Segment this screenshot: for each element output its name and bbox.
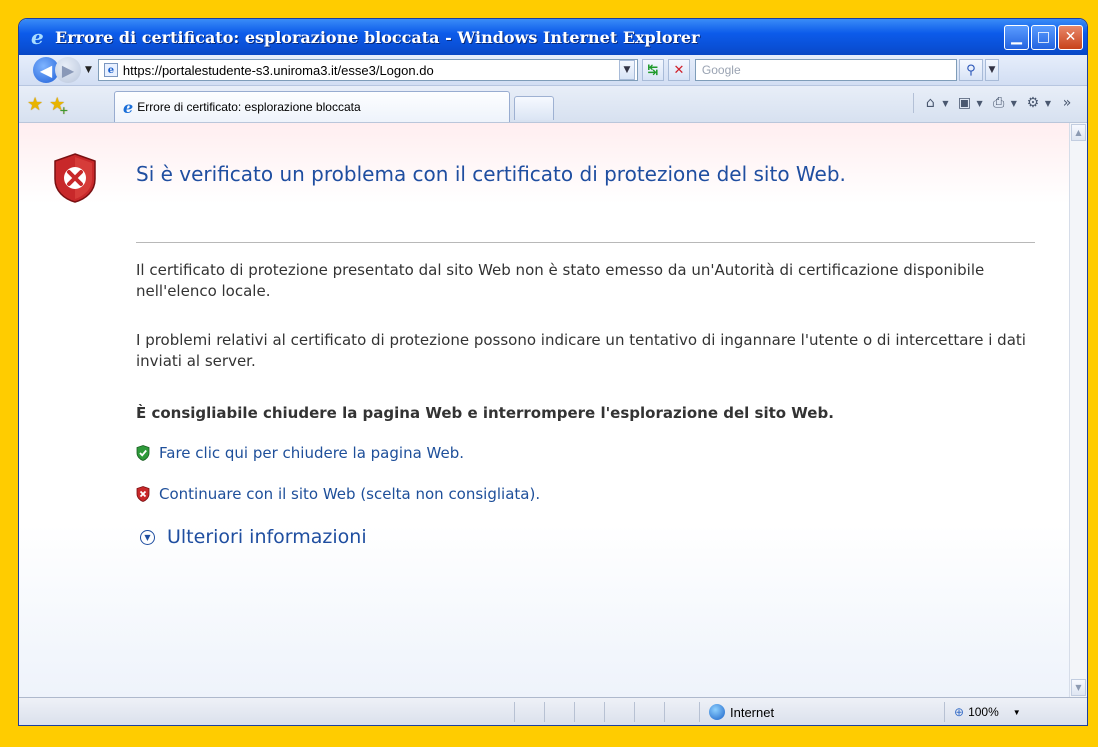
- home-icon[interactable]: ⌂: [920, 93, 940, 113]
- zoom-dropdown-icon[interactable]: ▼: [1013, 708, 1021, 717]
- status-bar: Internet ⊕ 100% ▼: [19, 697, 1087, 725]
- refresh-icon: ↹: [647, 62, 659, 78]
- zone-label: Internet: [730, 704, 775, 720]
- status-segment: [514, 702, 515, 722]
- vertical-scrollbar[interactable]: ▲ ▼: [1069, 123, 1087, 697]
- close-page-link[interactable]: Fare clic qui per chiudere la pagina Web…: [136, 444, 464, 462]
- tab-ie-icon: e: [123, 97, 134, 117]
- page-content: Si è verificato un problema con il certi…: [19, 122, 1087, 697]
- minimize-button[interactable]: ▁: [1004, 24, 1029, 50]
- page-icon: e: [103, 63, 118, 77]
- status-segment: [699, 702, 700, 722]
- feeds-dropdown-icon[interactable]: ▼: [977, 99, 983, 108]
- search-button[interactable]: ⚲: [958, 59, 983, 81]
- separator: [913, 93, 915, 113]
- new-tab-button[interactable]: [514, 96, 554, 120]
- recommendation-text: È consigliabile chiudere la pagina Web e…: [136, 404, 834, 422]
- more-commands-icon[interactable]: »: [1057, 93, 1077, 113]
- window-title: Errore di certificato: esplorazione bloc…: [55, 27, 700, 47]
- maximize-button[interactable]: □: [1031, 24, 1056, 50]
- browser-window: e Errore di certificato: esplorazione bl…: [19, 19, 1087, 725]
- scroll-up-button[interactable]: ▲: [1071, 124, 1086, 141]
- search-placeholder: Google: [701, 63, 741, 77]
- scroll-down-button[interactable]: ▼: [1071, 679, 1086, 696]
- page-title: Si è verificato un problema con il certi…: [136, 162, 846, 186]
- ie-logo-icon: e: [31, 25, 44, 49]
- stop-icon: ✕: [673, 62, 685, 78]
- status-segment: [574, 702, 575, 722]
- refresh-button[interactable]: ↹: [641, 59, 664, 81]
- status-segment: [944, 702, 945, 722]
- address-dropdown-button[interactable]: ▼: [618, 60, 635, 80]
- address-url[interactable]: https://portalestudente-s3.uniroma3.it/e…: [123, 63, 619, 78]
- status-segment: [664, 702, 665, 722]
- minimize-icon: ▁: [1011, 29, 1022, 45]
- add-favorites-button[interactable]: ★+: [49, 94, 74, 117]
- search-options-dropdown[interactable]: ▼: [984, 59, 999, 81]
- tab-label: Errore di certificato: esplorazione bloc…: [137, 100, 361, 114]
- zoom-icon: ⊕: [954, 705, 965, 719]
- recent-pages-dropdown[interactable]: ▼: [85, 65, 92, 75]
- danger-shield-icon: [54, 153, 96, 203]
- window-controls: ▁ □ ✕: [1004, 24, 1083, 50]
- magnifier-icon: ⚲: [966, 62, 976, 78]
- page-dropdown-icon[interactable]: ▼: [1011, 99, 1017, 108]
- tools-dropdown-icon[interactable]: ▼: [1045, 99, 1051, 108]
- forward-button[interactable]: ▶: [55, 57, 81, 83]
- feeds-icon[interactable]: ▣: [955, 93, 975, 113]
- danger-mini-shield-icon: [136, 486, 150, 502]
- close-icon: ✕: [1064, 29, 1077, 45]
- home-dropdown-icon[interactable]: ▼: [942, 99, 948, 108]
- maximize-icon: □: [1036, 29, 1051, 45]
- more-information-label[interactable]: Ulteriori informazioni: [167, 526, 367, 548]
- favorites-star-icon[interactable]: ★: [27, 94, 43, 115]
- command-bar: ⌂ ▼ ▣ ▼ ⎙ ▼ ⚙ ▼ »: [913, 93, 1077, 113]
- navigation-bar: ◀ ▶ ▼ e https://portalestudente-s3.uniro…: [19, 55, 1087, 86]
- globe-icon: [709, 704, 725, 720]
- status-segment: [604, 702, 605, 722]
- status-segment: [544, 702, 545, 722]
- close-button[interactable]: ✕: [1058, 24, 1083, 50]
- security-zone[interactable]: Internet: [709, 704, 774, 720]
- safe-shield-icon: [136, 445, 150, 461]
- close-page-link-label[interactable]: Fare clic qui per chiudere la pagina Web…: [159, 444, 464, 462]
- address-bar[interactable]: e https://portalestudente-s3.uniroma3.it…: [97, 59, 638, 81]
- description-paragraph-2: I problemi relativi al certificato di pr…: [136, 331, 1026, 370]
- zoom-level: 100%: [968, 705, 999, 719]
- tools-icon[interactable]: ⚙: [1023, 93, 1043, 113]
- page-menu-icon[interactable]: ⎙: [989, 93, 1009, 113]
- status-segment: [634, 702, 635, 722]
- description-paragraph-1: Il certificato di protezione presentato …: [136, 261, 985, 300]
- stop-button[interactable]: ✕: [667, 59, 690, 81]
- plus-icon: +: [59, 103, 69, 117]
- tab-active[interactable]: e Errore di certificato: esplorazione bl…: [114, 91, 510, 122]
- zoom-control[interactable]: ⊕ 100% ▼: [954, 705, 1021, 719]
- title-bar[interactable]: e Errore di certificato: esplorazione bl…: [19, 19, 1087, 55]
- expand-chevron-icon: ▼: [140, 529, 155, 545]
- search-input[interactable]: Google: [694, 59, 957, 81]
- chevron-down-icon: ▼: [988, 65, 996, 75]
- back-arrow-icon: ◀: [39, 60, 53, 80]
- divider: [136, 242, 1035, 243]
- more-information-toggle[interactable]: ▼ Ulteriori informazioni: [140, 526, 367, 548]
- forward-arrow-icon: ▶: [61, 60, 75, 80]
- continue-link-label[interactable]: Continuare con il sito Web (scelta non c…: [159, 485, 540, 503]
- continue-to-site-link[interactable]: Continuare con il sito Web (scelta non c…: [136, 485, 540, 503]
- tab-bar: ★ ★+ e Errore di certificato: esplorazio…: [19, 86, 1087, 123]
